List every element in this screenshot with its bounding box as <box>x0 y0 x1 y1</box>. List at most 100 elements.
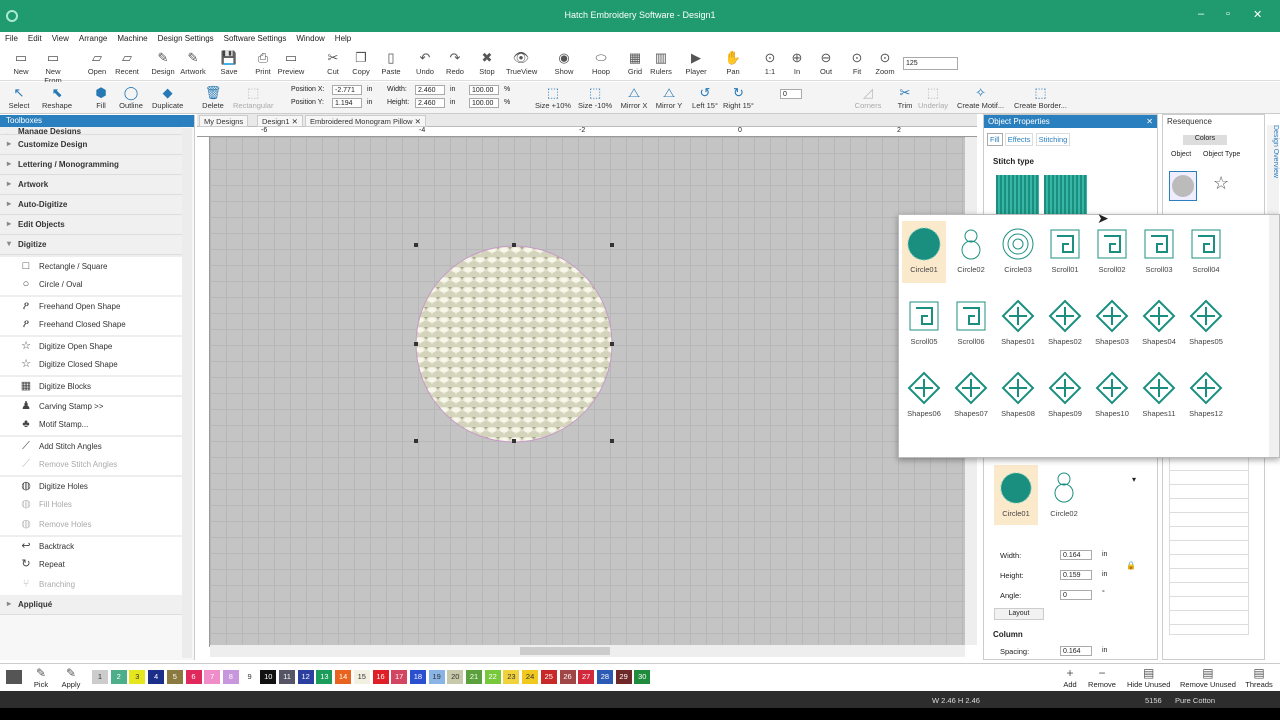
create-border-button[interactable]: ⬚ Create Border... <box>1014 82 1067 110</box>
tab-my-designs[interactable]: My Designs <box>199 115 249 127</box>
toolbox-item-digitize-closed-shape[interactable]: ☆ Digitize Closed Shape <box>0 355 182 375</box>
scale-height-input[interactable] <box>469 98 499 108</box>
toolbox-section-artwork[interactable]: Artwork <box>0 175 182 195</box>
right15-button[interactable]: ↻ Right 15° <box>723 82 754 110</box>
position-y-input[interactable] <box>332 98 362 108</box>
pattern-circle01[interactable]: Circle01 <box>902 221 946 283</box>
tab-embroidered-monogram-pillow[interactable]: Embroidered Monogram Pillow ✕ <box>305 115 426 127</box>
color-swatch-6[interactable]: 6 <box>185 670 202 684</box>
duplicate-button[interactable]: ◆ Duplicate <box>152 82 183 110</box>
toolbox-item-repeat[interactable]: ↻ Repeat <box>0 555 182 575</box>
close-tab-icon[interactable]: ✕ <box>290 117 298 126</box>
spacing-input[interactable] <box>1060 646 1092 656</box>
design-canvas[interactable] <box>210 137 965 645</box>
pattern-dropdown-icon[interactable]: ▾ <box>1132 475 1136 484</box>
toolbox-item-rectangle-square[interactable]: □ Rectangle / Square <box>0 255 182 275</box>
trim-button[interactable]: ✂ Trim <box>890 82 920 110</box>
toolbox-item-digitize-blocks[interactable]: ▦ Digitize Blocks <box>0 375 182 395</box>
remove-color-button[interactable]: − Remove <box>1088 666 1116 689</box>
toolbox-item-digitize-open-shape[interactable]: ☆ Digitize Open Shape <box>0 335 182 355</box>
toolbox-item-freehand-closed-shape[interactable]: ዖ Freehand Closed Shape <box>0 315 182 335</box>
tool-artwork[interactable]: ✎ Artwork <box>178 46 208 76</box>
mirror-x-button[interactable]: ⧍ Mirror X <box>619 82 649 110</box>
toolbox-section-auto-digitize[interactable]: Auto-Digitize <box>0 195 182 215</box>
colors-tab[interactable]: Colors <box>1183 135 1227 145</box>
toolbox-section-manage-designs[interactable]: Manage Designs <box>0 127 182 135</box>
tool-recent[interactable]: ▱ Recent <box>112 46 142 76</box>
lock-proportions-icon[interactable]: 🔒 <box>1126 561 1136 570</box>
menu-edit[interactable]: Edit <box>23 32 47 45</box>
tool-pan[interactable]: ✋ Pan <box>718 46 748 76</box>
color-swatch-9[interactable]: 9 <box>241 670 258 684</box>
toolbox-section-appliqu[interactable]: Appliqué <box>0 595 182 615</box>
color-swatch-16[interactable]: 16 <box>372 670 389 684</box>
toolbox-item-branching[interactable]: ⑂ Branching <box>0 575 182 595</box>
color-swatch-28[interactable]: 28 <box>596 670 613 684</box>
color-swatch-27[interactable]: 27 <box>578 670 595 684</box>
minimize-icon[interactable]: – <box>1198 8 1204 20</box>
pattern-scroll01[interactable]: Scroll01 <box>1043 221 1087 283</box>
pattern-shapes01[interactable]: Shapes01 <box>996 293 1040 355</box>
color-swatch-25[interactable]: 25 <box>540 670 557 684</box>
pattern-shapes06[interactable]: Shapes06 <box>902 365 946 427</box>
delete-button[interactable]: 🗑 Delete <box>198 82 228 110</box>
tool-zoom[interactable]: ⊙ Zoom <box>870 46 900 76</box>
color-swatch-11[interactable]: 11 <box>279 670 295 684</box>
toolbox-item-freehand-open-shape[interactable]: ዖ Freehand Open Shape <box>0 295 182 315</box>
threads-button[interactable]: ▤ Threads <box>1245 666 1273 689</box>
color-swatch-10[interactable]: 10 <box>260 670 277 684</box>
toolbox-item-carving-stamp[interactable]: ♟ Carving Stamp >> <box>0 395 182 415</box>
pattern-angle-input[interactable] <box>1060 590 1092 600</box>
pattern-shapes05[interactable]: Shapes05 <box>1184 293 1228 355</box>
add-color-button[interactable]: + Add <box>1056 666 1084 689</box>
tool-trueview[interactable]: 👁 TrueView <box>506 46 537 76</box>
pattern-shapes03[interactable]: Shapes03 <box>1090 293 1134 355</box>
color-swatch-4[interactable]: 4 <box>148 670 165 684</box>
pattern-shapes02[interactable]: Shapes02 <box>1043 293 1087 355</box>
color-swatch-29[interactable]: 29 <box>615 670 632 684</box>
menu-design-settings[interactable]: Design Settings <box>153 32 219 45</box>
reshape-button[interactable]: ⬉ Reshape <box>42 82 72 110</box>
tab-stitching[interactable]: Stitching <box>1035 133 1071 146</box>
tool-player[interactable]: ▶ Player <box>681 46 711 76</box>
tool-in[interactable]: ⊕ In <box>782 46 812 76</box>
pattern-shapes09[interactable]: Shapes09 <box>1043 365 1087 427</box>
resequence-list[interactable] <box>1169 455 1249 635</box>
color-swatch-22[interactable]: 22 <box>484 670 501 684</box>
menu-window[interactable]: Window <box>291 32 329 45</box>
tool-save[interactable]: 💾 Save <box>214 46 244 76</box>
toolbox-item-backtrack[interactable]: ↩ Backtrack <box>0 535 182 555</box>
color-swatch-19[interactable]: 19 <box>428 670 445 684</box>
color-swatch-20[interactable]: 20 <box>447 670 464 684</box>
tool-fit[interactable]: ⊙ Fit <box>842 46 872 76</box>
tool-preview[interactable]: ▭ Preview <box>276 46 306 76</box>
underlay-button[interactable]: ⬚ Underlay <box>918 82 948 110</box>
pattern-shapes10[interactable]: Shapes10 <box>1090 365 1134 427</box>
close-tab-icon[interactable]: ✕ <box>413 117 421 126</box>
width-input[interactable] <box>415 85 445 95</box>
color-swatch-15[interactable]: 15 <box>353 670 370 684</box>
popup-scrollbar[interactable] <box>1269 215 1279 457</box>
embroidered-circle[interactable] <box>415 245 613 443</box>
horizontal-scrollbar[interactable] <box>210 645 965 657</box>
toolbox-section-customize-design[interactable]: Customize Design <box>0 135 182 155</box>
tool-print[interactable]: ⎙ Print <box>248 46 278 76</box>
pattern-shapes04[interactable]: Shapes04 <box>1137 293 1181 355</box>
thread-icon[interactable] <box>6 670 22 684</box>
toolbox-item-circle-oval[interactable]: ○ Circle / Oval <box>0 275 182 295</box>
pattern-circle01[interactable]: Circle01 <box>994 465 1038 525</box>
color-swatch-13[interactable]: 13 <box>316 670 333 684</box>
pattern-shapes11[interactable]: Shapes11 <box>1137 365 1181 427</box>
layout-button[interactable]: Layout <box>994 608 1044 620</box>
hide-unused-button[interactable]: ▤ Hide Unused <box>1127 666 1170 689</box>
pattern-scroll04[interactable]: Scroll04 <box>1184 221 1228 283</box>
tool-redo[interactable]: ↷ Redo <box>440 46 470 76</box>
color-swatch-7[interactable]: 7 <box>204 670 221 684</box>
tool-open[interactable]: ▱ Open <box>82 46 112 76</box>
color-swatch-24[interactable]: 24 <box>522 670 539 684</box>
tool-stop[interactable]: ✖ Stop <box>472 46 502 76</box>
tool-out[interactable]: ⊖ Out <box>811 46 841 76</box>
toolbox-section-edit-objects[interactable]: Edit Objects <box>0 215 182 235</box>
color-swatch-2[interactable]: 2 <box>110 670 127 684</box>
position-x-input[interactable] <box>332 85 362 95</box>
